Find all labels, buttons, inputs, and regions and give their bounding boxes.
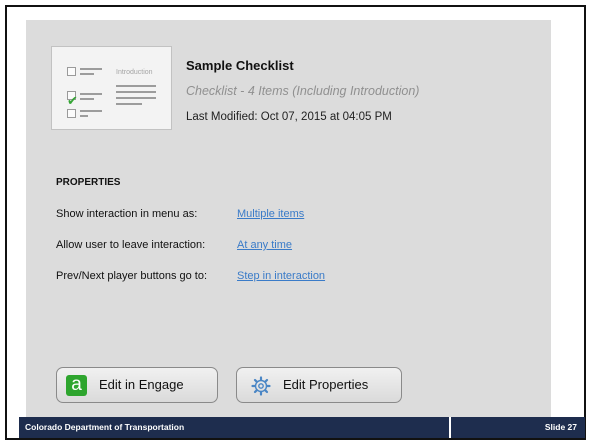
engage-icon-glyph: a: [71, 374, 82, 395]
interaction-panel: Introduction ✔ Sample Checklist Checklis…: [26, 20, 551, 422]
property-label-leave: Allow user to leave interaction:: [56, 239, 206, 251]
thumbnail-checkbox-3: [67, 109, 76, 118]
edit-in-engage-button[interactable]: a Edit in Engage: [56, 367, 218, 403]
thumbnail-line: [116, 97, 156, 99]
edit-properties-label: Edit Properties: [283, 377, 369, 392]
property-link-prevnext[interactable]: Step in interaction: [237, 270, 325, 282]
thumbnail-line: [116, 91, 156, 93]
thumbnail-line: [80, 73, 94, 75]
checklist-thumbnail: Introduction ✔: [51, 46, 172, 130]
checklist-title: Sample Checklist: [186, 58, 294, 73]
footer-divider: [449, 417, 451, 438]
thumbnail-line: [80, 98, 94, 100]
last-modified: Last Modified: Oct 07, 2015 at 04:05 PM: [186, 111, 392, 123]
property-link-leave[interactable]: At any time: [237, 239, 292, 251]
slide-footer: Colorado Department of Transportation Sl…: [19, 417, 585, 438]
checkmark-icon: ✔: [67, 93, 78, 108]
engage-icon: a: [66, 374, 87, 396]
property-label-prevnext: Prev/Next player buttons go to:: [56, 270, 208, 282]
thumbnail-line: [116, 85, 156, 87]
thumbnail-label: Introduction: [116, 69, 153, 76]
property-label-menu: Show interaction in menu as:: [56, 208, 198, 220]
slide-number: Slide 27: [544, 422, 577, 432]
edit-properties-button[interactable]: Edit Properties: [236, 367, 402, 403]
thumbnail-line: [80, 68, 102, 70]
footer-organization: Colorado Department of Transportation: [25, 422, 185, 432]
edit-in-engage-label: Edit in Engage: [99, 377, 184, 392]
property-link-menu[interactable]: Multiple items: [237, 208, 304, 220]
checklist-subtitle: Checklist - 4 Items (Including Introduct…: [186, 84, 420, 98]
gear-icon: [251, 376, 271, 396]
thumbnail-line: [116, 103, 142, 105]
thumbnail-line: [80, 115, 88, 117]
properties-heading: PROPERTIES: [56, 177, 121, 188]
thumbnail-checkbox-1: [67, 67, 76, 76]
thumbnail-line: [80, 110, 102, 112]
thumbnail-line: [80, 93, 102, 95]
